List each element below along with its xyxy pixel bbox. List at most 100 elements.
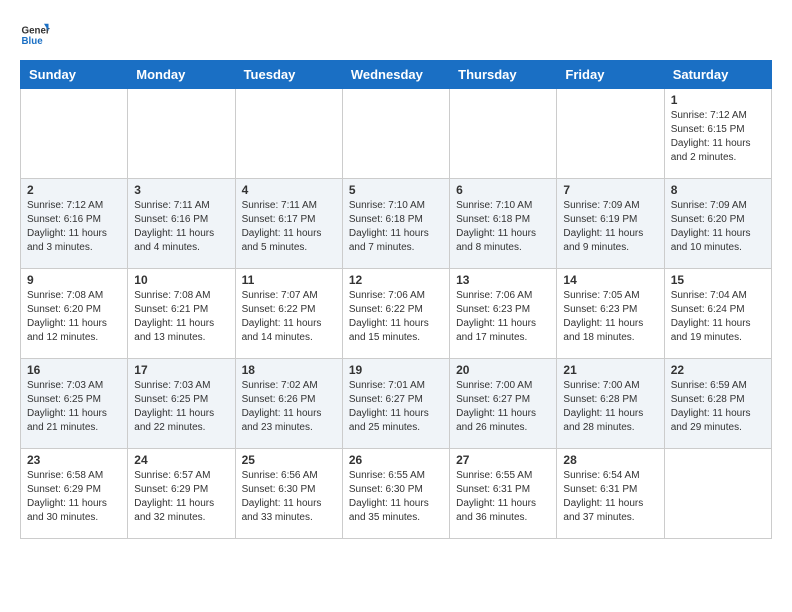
calendar-day-cell: 14 Sunrise: 7:05 AM Sunset: 6:23 PM Dayli… <box>557 269 664 359</box>
col-header-monday: Monday <box>128 61 235 89</box>
day-number: 7 <box>563 183 657 197</box>
day-number: 13 <box>456 273 550 287</box>
calendar-day-cell: 17Sunrise: 7:03 AM Sunset: 6:25 PM Dayli… <box>128 359 235 449</box>
day-info: Sunrise: 7:09 AM Sunset: 6:20 PM Dayligh… <box>671 199 765 255</box>
day-info: Sunrise: 7:11 AM Sunset: 6:17 PM Dayligh… <box>242 199 336 255</box>
day-info: Sunrise: 7:02 AM Sunset: 6:26 PM Dayligh… <box>242 379 336 435</box>
empty-cell <box>342 89 449 179</box>
day-number: 5 <box>349 183 443 197</box>
day-info: Sunrise: 7:08 AM Sunset: 6:21 PM Dayligh… <box>134 289 228 345</box>
day-number: 14 <box>563 273 657 287</box>
day-number: 12 <box>349 273 443 287</box>
svg-text:General: General <box>22 26 51 37</box>
calendar-day-cell: 28Sunrise: 6:54 AM Sunset: 6:31 PM Dayli… <box>557 449 664 539</box>
calendar-day-cell: 26 Sunrise: 6:55 AM Sunset: 6:30 PM Dayli… <box>342 449 449 539</box>
logo-icon: General Blue <box>20 20 50 50</box>
day-info: Sunrise: 6:55 AM Sunset: 6:30 PM Dayligh… <box>349 469 443 525</box>
day-info: Sunrise: 7:03 AM Sunset: 6:25 PM Dayligh… <box>27 379 121 435</box>
day-info: Sunrise: 7:08 AM Sunset: 6:20 PM Dayligh… <box>27 289 121 345</box>
day-info: Sunrise: 7:04 AM Sunset: 6:24 PM Dayligh… <box>671 289 765 345</box>
day-number: 10 <box>134 273 228 287</box>
day-info: Sunrise: 7:00 AM Sunset: 6:27 PM Dayligh… <box>456 379 550 435</box>
day-info: Sunrise: 7:06 AM Sunset: 6:23 PM Dayligh… <box>456 289 550 345</box>
day-number: 24 <box>134 453 228 467</box>
col-header-tuesday: Tuesday <box>235 61 342 89</box>
header: General Blue <box>20 20 772 50</box>
day-info: Sunrise: 6:59 AM Sunset: 6:28 PM Dayligh… <box>671 379 765 435</box>
calendar-day-cell: 20 Sunrise: 7:00 AM Sunset: 6:27 PM Dayli… <box>450 359 557 449</box>
day-number: 15 <box>671 273 765 287</box>
day-info: Sunrise: 7:11 AM Sunset: 6:16 PM Dayligh… <box>134 199 228 255</box>
empty-cell <box>128 89 235 179</box>
day-number: 2 <box>27 183 121 197</box>
day-number: 1 <box>671 93 765 107</box>
calendar-day-cell: 13 Sunrise: 7:06 AM Sunset: 6:23 PM Dayli… <box>450 269 557 359</box>
calendar-day-cell: 1Sunrise: 7:12 AM Sunset: 6:15 PM Daylig… <box>664 89 771 179</box>
day-info: Sunrise: 7:01 AM Sunset: 6:27 PM Dayligh… <box>349 379 443 435</box>
empty-cell <box>664 449 771 539</box>
col-header-saturday: Saturday <box>664 61 771 89</box>
calendar-day-cell: 7 Sunrise: 7:09 AM Sunset: 6:19 PM Daylig… <box>557 179 664 269</box>
calendar-week-row: 1Sunrise: 7:12 AM Sunset: 6:15 PM Daylig… <box>21 89 772 179</box>
calendar-day-cell: 10 Sunrise: 7:08 AM Sunset: 6:21 PM Dayli… <box>128 269 235 359</box>
calendar-day-cell: 4 Sunrise: 7:11 AM Sunset: 6:17 PM Daylig… <box>235 179 342 269</box>
calendar-day-cell: 24 Sunrise: 6:57 AM Sunset: 6:29 PM Dayli… <box>128 449 235 539</box>
day-info: Sunrise: 7:00 AM Sunset: 6:28 PM Dayligh… <box>563 379 657 435</box>
calendar-day-cell: 21 Sunrise: 7:00 AM Sunset: 6:28 PM Dayli… <box>557 359 664 449</box>
calendar-day-cell: 6Sunrise: 7:10 AM Sunset: 6:18 PM Daylig… <box>450 179 557 269</box>
empty-cell <box>450 89 557 179</box>
calendar-week-row: 23 Sunrise: 6:58 AM Sunset: 6:29 PM Dayli… <box>21 449 772 539</box>
day-info: Sunrise: 7:09 AM Sunset: 6:19 PM Dayligh… <box>563 199 657 255</box>
day-info: Sunrise: 6:58 AM Sunset: 6:29 PM Dayligh… <box>27 469 121 525</box>
calendar-day-cell: 2 Sunrise: 7:12 AM Sunset: 6:16 PM Daylig… <box>21 179 128 269</box>
day-info: Sunrise: 6:57 AM Sunset: 6:29 PM Dayligh… <box>134 469 228 525</box>
day-number: 25 <box>242 453 336 467</box>
calendar-day-cell: 27Sunrise: 6:55 AM Sunset: 6:31 PM Dayli… <box>450 449 557 539</box>
day-info: Sunrise: 7:10 AM Sunset: 6:18 PM Dayligh… <box>349 199 443 255</box>
col-header-wednesday: Wednesday <box>342 61 449 89</box>
day-info: Sunrise: 6:54 AM Sunset: 6:31 PM Dayligh… <box>563 469 657 525</box>
day-info: Sunrise: 7:07 AM Sunset: 6:22 PM Dayligh… <box>242 289 336 345</box>
day-info: Sunrise: 7:06 AM Sunset: 6:22 PM Dayligh… <box>349 289 443 345</box>
empty-cell <box>21 89 128 179</box>
day-number: 26 <box>349 453 443 467</box>
calendar-day-cell: 11 Sunrise: 7:07 AM Sunset: 6:22 PM Dayli… <box>235 269 342 359</box>
logo: General Blue <box>20 20 54 50</box>
day-number: 9 <box>27 273 121 287</box>
day-number: 4 <box>242 183 336 197</box>
day-number: 11 <box>242 273 336 287</box>
calendar-day-cell: 19 Sunrise: 7:01 AM Sunset: 6:27 PM Dayli… <box>342 359 449 449</box>
day-info: Sunrise: 7:12 AM Sunset: 6:16 PM Dayligh… <box>27 199 121 255</box>
day-number: 18 <box>242 363 336 377</box>
svg-text:Blue: Blue <box>22 36 44 47</box>
calendar-day-cell: 9 Sunrise: 7:08 AM Sunset: 6:20 PM Daylig… <box>21 269 128 359</box>
calendar-day-cell: 25 Sunrise: 6:56 AM Sunset: 6:30 PM Dayli… <box>235 449 342 539</box>
calendar-day-cell: 15 Sunrise: 7:04 AM Sunset: 6:24 PM Dayli… <box>664 269 771 359</box>
calendar-day-cell: 5 Sunrise: 7:10 AM Sunset: 6:18 PM Daylig… <box>342 179 449 269</box>
calendar-week-row: 16 Sunrise: 7:03 AM Sunset: 6:25 PM Dayli… <box>21 359 772 449</box>
day-info: Sunrise: 6:56 AM Sunset: 6:30 PM Dayligh… <box>242 469 336 525</box>
calendar-day-cell: 16 Sunrise: 7:03 AM Sunset: 6:25 PM Dayli… <box>21 359 128 449</box>
calendar-week-row: 2 Sunrise: 7:12 AM Sunset: 6:16 PM Daylig… <box>21 179 772 269</box>
day-info: Sunrise: 6:55 AM Sunset: 6:31 PM Dayligh… <box>456 469 550 525</box>
day-info: Sunrise: 7:05 AM Sunset: 6:23 PM Dayligh… <box>563 289 657 345</box>
calendar-day-cell: 23 Sunrise: 6:58 AM Sunset: 6:29 PM Dayli… <box>21 449 128 539</box>
day-number: 21 <box>563 363 657 377</box>
day-number: 17 <box>134 363 228 377</box>
day-number: 22 <box>671 363 765 377</box>
col-header-sunday: Sunday <box>21 61 128 89</box>
empty-cell <box>557 89 664 179</box>
calendar-week-row: 9 Sunrise: 7:08 AM Sunset: 6:20 PM Daylig… <box>21 269 772 359</box>
day-number: 6 <box>456 183 550 197</box>
calendar-day-cell: 3Sunrise: 7:11 AM Sunset: 6:16 PM Daylig… <box>128 179 235 269</box>
day-number: 19 <box>349 363 443 377</box>
day-number: 23 <box>27 453 121 467</box>
day-number: 20 <box>456 363 550 377</box>
day-number: 16 <box>27 363 121 377</box>
col-header-thursday: Thursday <box>450 61 557 89</box>
calendar-day-cell: 12 Sunrise: 7:06 AM Sunset: 6:22 PM Dayli… <box>342 269 449 359</box>
calendar-day-cell: 22 Sunrise: 6:59 AM Sunset: 6:28 PM Dayli… <box>664 359 771 449</box>
col-header-friday: Friday <box>557 61 664 89</box>
calendar-header-row: SundayMondayTuesdayWednesdayThursdayFrid… <box>21 61 772 89</box>
calendar-day-cell: 8Sunrise: 7:09 AM Sunset: 6:20 PM Daylig… <box>664 179 771 269</box>
